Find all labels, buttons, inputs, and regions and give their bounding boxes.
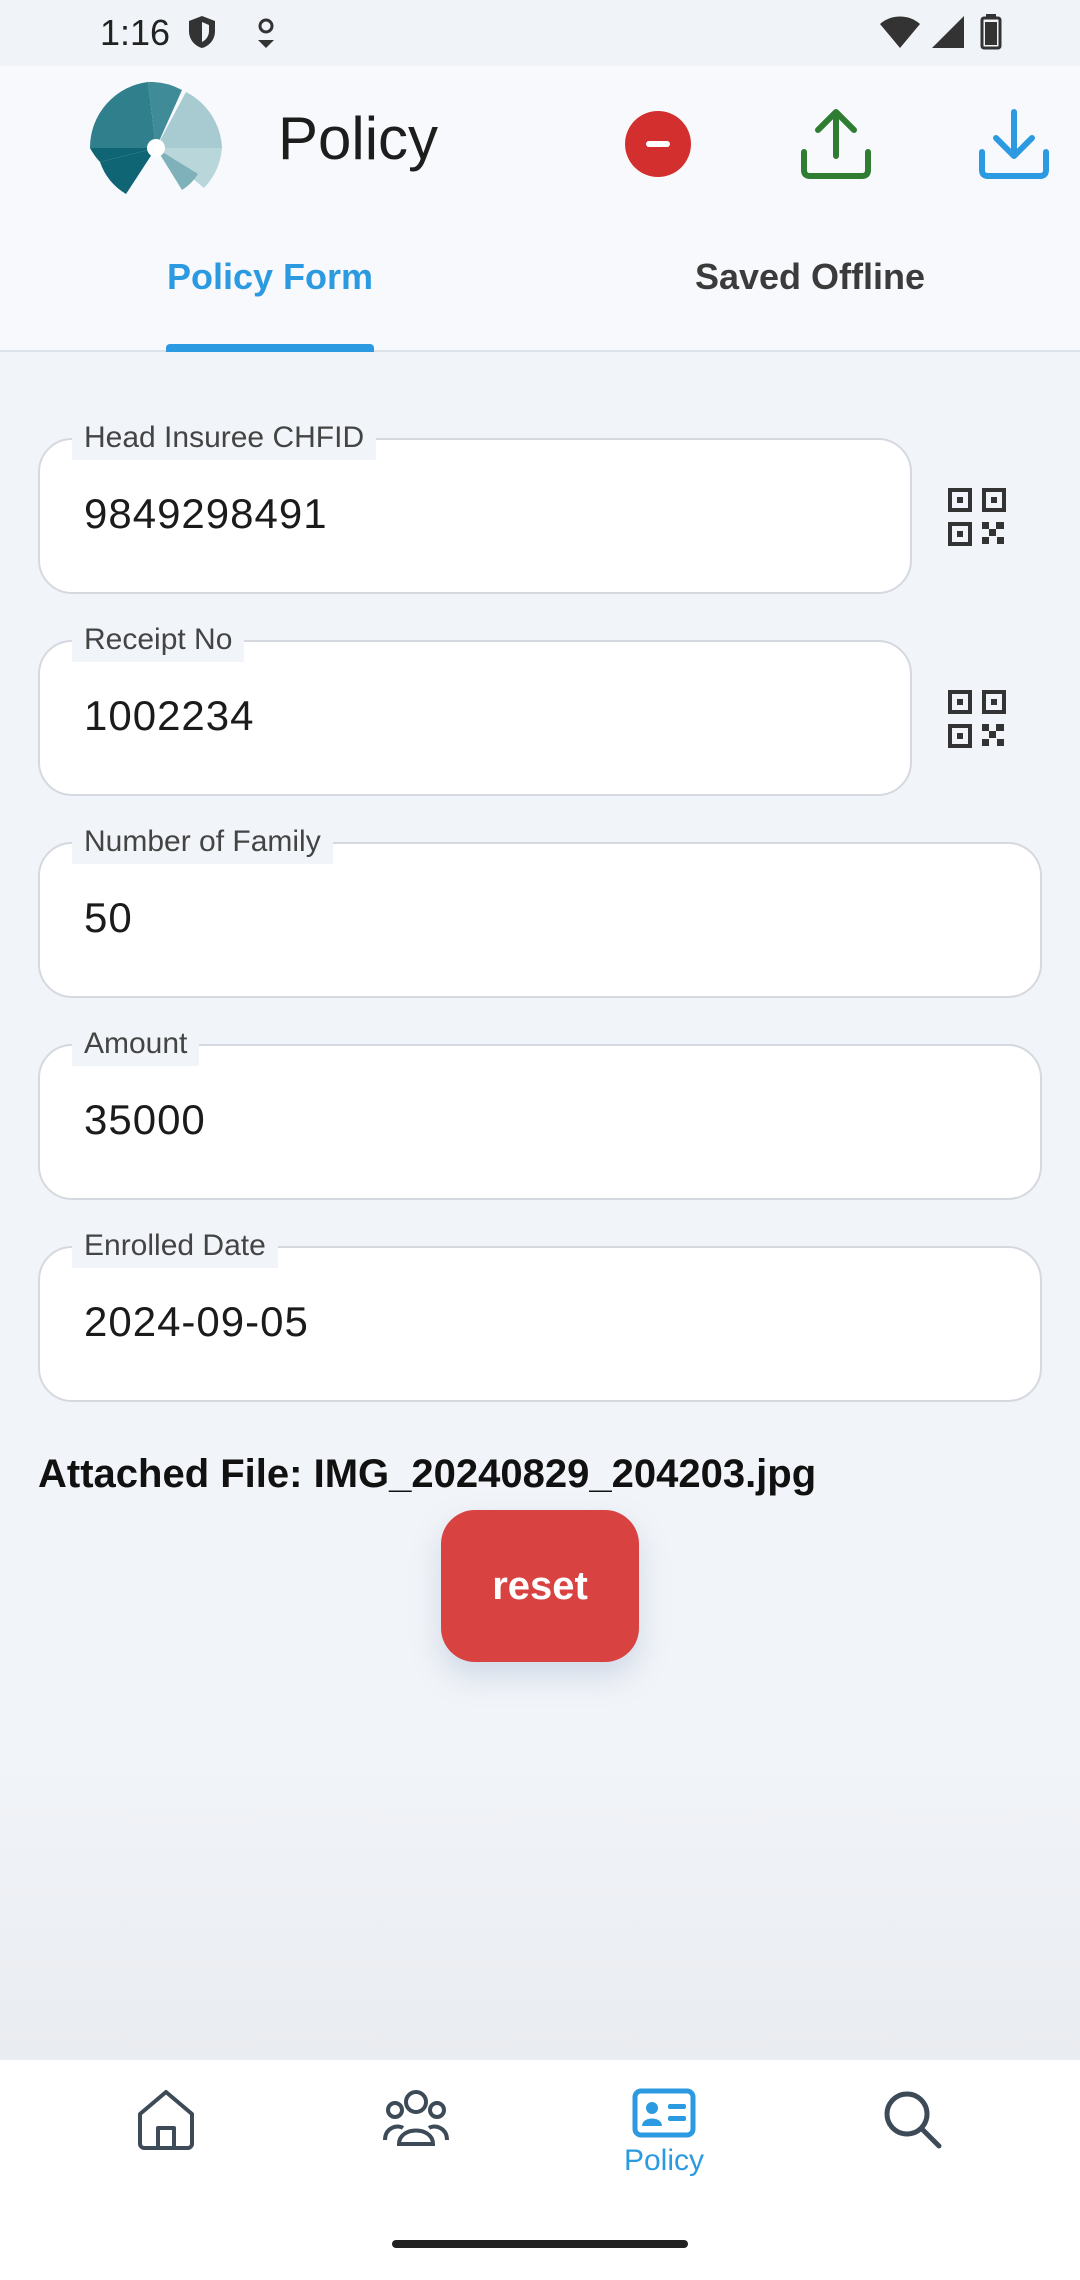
field-label: Head Insuree CHFID <box>72 416 377 460</box>
qr-scan-icon[interactable] <box>946 688 1008 750</box>
status-time: 1:16 <box>100 12 171 53</box>
upload-icon[interactable] <box>800 106 872 180</box>
receipt-no-field[interactable]: Receipt No 1002234 <box>38 618 912 796</box>
page-title: Policy <box>278 105 439 172</box>
field-value: 9849298491 <box>84 490 328 537</box>
field-label: Receipt No <box>72 618 245 662</box>
field-label: Enrolled Date <box>72 1224 278 1268</box>
field-value: 50 <box>84 894 133 941</box>
app-bar: Policy Policy Form Saved Offline <box>0 66 1080 352</box>
tab-label: Saved Offline <box>694 256 926 297</box>
search-icon <box>884 2091 942 2149</box>
enrolled-date-field[interactable]: Enrolled Date 2024-09-05 <box>38 1224 1042 1402</box>
reset-button-label: reset <box>492 1563 588 1608</box>
field-value: 2024-09-05 <box>84 1298 309 1345</box>
home-indicator <box>392 2240 688 2248</box>
nav-item-home[interactable] <box>86 2088 246 2228</box>
tab-indicator <box>166 344 374 352</box>
download-icon[interactable] <box>978 106 1050 180</box>
background-fade <box>0 1760 1080 2060</box>
family-icon <box>383 2090 449 2146</box>
tab-policy-form[interactable]: Policy Form <box>160 256 380 352</box>
field-value: 35000 <box>84 1096 206 1143</box>
nav-item-label: Policy <box>623 2144 705 2177</box>
nav-item-search[interactable] <box>832 2088 992 2228</box>
signal-icon <box>932 16 964 48</box>
wifi-icon <box>880 16 920 48</box>
nav-item-policy[interactable]: Policy <box>584 2088 744 2228</box>
tab-label: Policy Form <box>166 256 374 297</box>
app-logo <box>89 82 222 194</box>
remove-icon[interactable] <box>624 110 692 178</box>
tab-saved-offline[interactable]: Saved Offline <box>690 256 930 352</box>
battery-icon <box>980 14 1002 50</box>
nav-item-family[interactable] <box>336 2088 496 2228</box>
policy-card-icon <box>632 2088 696 2138</box>
attached-file-text: Attached File: IMG_20240829_204203.jpg <box>38 1452 817 1496</box>
field-value: 1002234 <box>84 692 255 739</box>
field-label: Amount <box>72 1022 200 1066</box>
amount-field[interactable]: Amount 35000 <box>38 1022 1042 1200</box>
field-label: Number of Family <box>72 820 333 864</box>
head-insuree-chfid-field[interactable]: Head Insuree CHFID 9849298491 <box>38 416 912 594</box>
shield-icon <box>189 16 215 48</box>
reset-button[interactable]: reset <box>441 1510 639 1662</box>
qr-scan-icon[interactable] <box>946 486 1008 548</box>
number-of-family-field[interactable]: Number of Family 50 <box>38 820 1042 998</box>
location-icon <box>258 18 274 48</box>
home-icon <box>138 2090 194 2150</box>
status-bar: 1:16 <box>0 0 1080 66</box>
